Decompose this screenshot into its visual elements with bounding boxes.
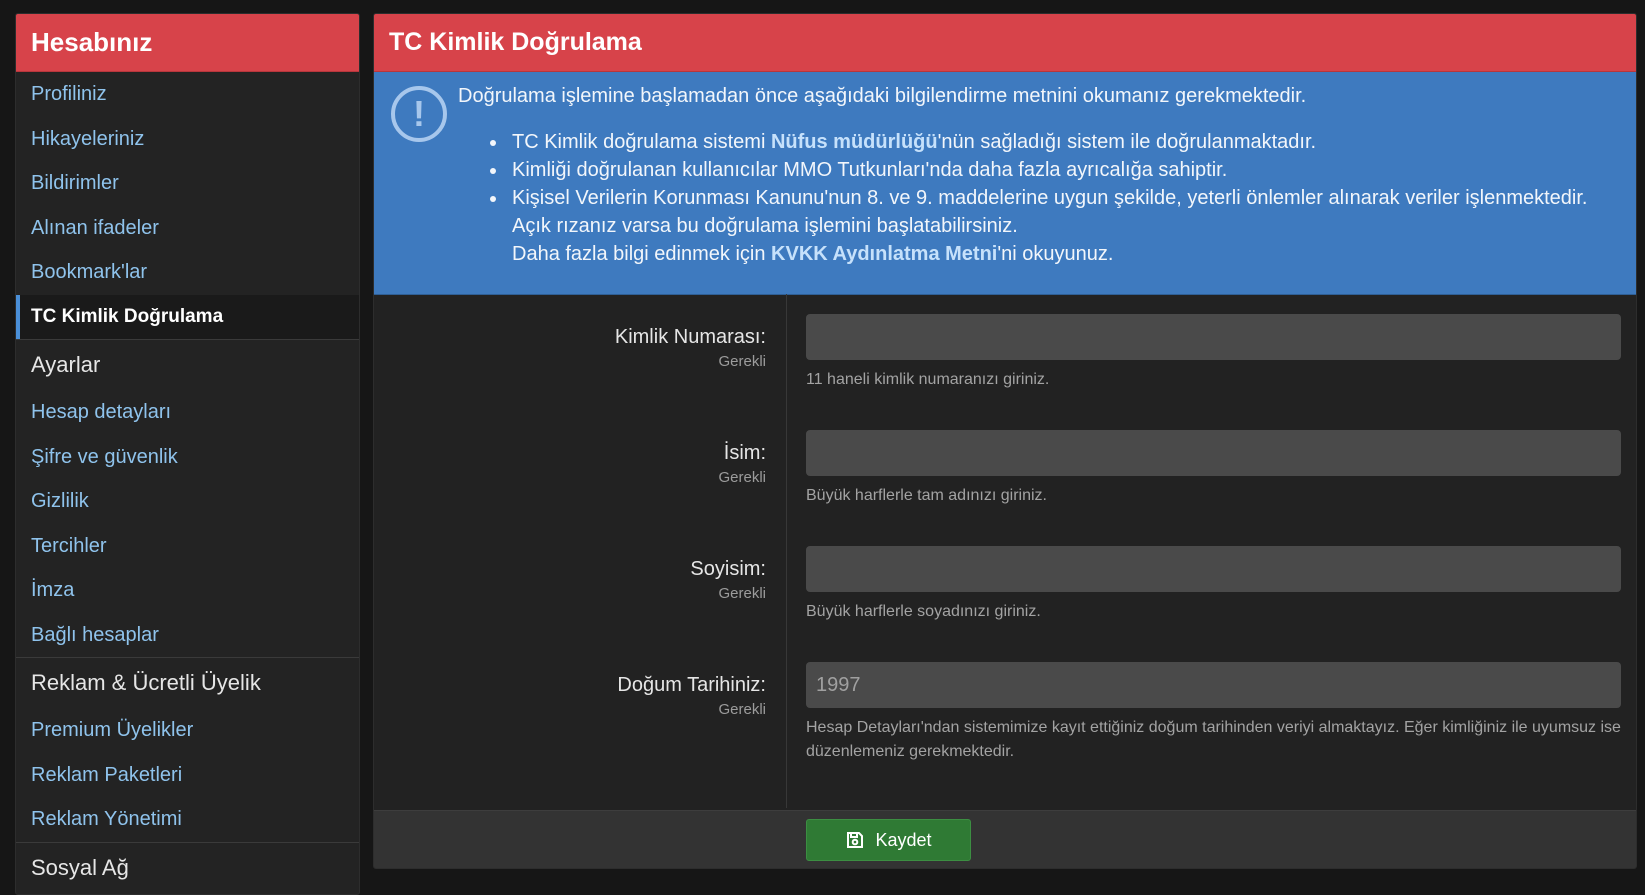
sidebar-section-ads: Reklam & Ücretli Üyelik (16, 657, 359, 708)
sidebar-item-preferences[interactable]: Tercihler (16, 524, 359, 569)
sidebar-item-ad-packages[interactable]: Reklam Paketleri (16, 753, 359, 798)
sidebar-item-ad-management[interactable]: Reklam Yönetimi (16, 797, 359, 842)
sidebar-item-stories[interactable]: Hikayeleriniz (16, 117, 359, 162)
name-hint: Büyük harflerle tam adınızı giriniz. (806, 487, 1047, 504)
verification-form: Kimlik Numarası: Gerekli 11 haneli kimli… (374, 294, 1636, 808)
sidebar-item-account-details[interactable]: Hesap detayları (16, 390, 359, 435)
notice-text-part: Daha fazla bilgi edinmek için (512, 243, 772, 265)
verification-panel: TC Kimlik Doğrulama ! Doğrulama işlemine… (373, 13, 1637, 869)
notice-item: TC Kimlik doğrulama sistemi Nüfus müdürl… (508, 128, 1587, 156)
form-label-column (374, 294, 787, 808)
birth-year-input[interactable] (806, 662, 1621, 708)
sidebar-item-privacy[interactable]: Gizlilik (16, 479, 359, 524)
name-label: İsim: (723, 442, 766, 464)
save-icon (847, 832, 864, 848)
sidebar-item-bookmarks[interactable]: Bookmark'lar (16, 250, 359, 295)
notice-item: Kişisel Verilerin Korunması Kanunu'nun 8… (508, 184, 1587, 268)
notice-text: Kişisel Verilerin Korunması Kanunu'nun 8… (512, 187, 1588, 209)
tc-required-note: Gerekli (718, 353, 766, 370)
surname-required-note: Gerekli (718, 585, 766, 602)
sidebar-item-signature[interactable]: İmza (16, 568, 359, 613)
notice-lead-text: Doğrulama işlemine başlamadan önce aşağı… (458, 85, 1307, 107)
exclamation-circle-icon: ! (391, 86, 447, 142)
info-notice: ! Doğrulama işlemine başlamadan önce aşa… (374, 72, 1636, 295)
sidebar-item-connected-accounts[interactable]: Bağlı hesaplar (16, 613, 359, 658)
sidebar-item-profile[interactable]: Profiliniz (16, 72, 359, 117)
name-input[interactable] (806, 430, 1621, 476)
account-sidebar: Hesabınız Profiliniz Hikayeleriniz Bildi… (15, 13, 360, 895)
notice-text: Açık rızanız varsa bu doğrulama işlemini… (512, 215, 1018, 237)
save-button[interactable]: Kaydet (806, 819, 971, 861)
sidebar-section-settings: Ayarlar (16, 339, 359, 390)
name-required-note: Gerekli (718, 469, 766, 486)
birth-date-label: Doğum Tarihiniz: (617, 674, 766, 696)
notice-item: Kimliği doğrulanan kullanıcılar MMO Tutk… (508, 156, 1587, 184)
birth-required-note: Gerekli (718, 701, 766, 718)
nufus-link[interactable]: Nüfus müdürlüğü (771, 131, 938, 153)
page-title: TC Kimlik Doğrulama (374, 14, 1636, 72)
form-footer: Kaydet (374, 810, 1636, 868)
sidebar-item-notifications[interactable]: Bildirimler (16, 161, 359, 206)
sidebar-title: Hesabınız (16, 14, 359, 72)
birth-date-hint: Hesap Detayları'ndan sistemimize kayıt e… (806, 719, 1621, 760)
surname-input[interactable] (806, 546, 1621, 592)
sidebar-item-password-security[interactable]: Şifre ve güvenlik (16, 435, 359, 480)
notice-text: Daha fazla bilgi edinmek için KVKK Aydın… (512, 240, 1587, 268)
surname-hint: Büyük harflerle soyadınızı giriniz. (806, 603, 1041, 620)
tc-number-label: Kimlik Numarası: (614, 326, 766, 348)
notice-text-part: 'ni okuyunuz. (997, 243, 1114, 265)
sidebar-section-social: Sosyal Ağ (16, 841, 359, 893)
tc-number-input[interactable] (806, 314, 1621, 360)
surname-label: Soyisim: (690, 558, 766, 580)
notice-text: 'nün sağladığı sistem ile doğrulanmaktad… (937, 131, 1317, 153)
kvkk-link[interactable]: KVKK Aydınlatma Metni (771, 243, 997, 265)
tc-number-hint: 11 haneli kimlik numaranızı giriniz. (806, 371, 1050, 388)
save-button-label: Kaydet (875, 829, 932, 850)
sidebar-item-premium[interactable]: Premium Üyelikler (16, 708, 359, 753)
notice-text: TC Kimlik doğrulama sistemi (512, 131, 771, 153)
notice-list: TC Kimlik doğrulama sistemi Nüfus müdürl… (458, 128, 1587, 268)
sidebar-item-reactions[interactable]: Alınan ifadeler (16, 206, 359, 251)
sidebar-item-tc-verification[interactable]: TC Kimlik Doğrulama (16, 294, 359, 339)
